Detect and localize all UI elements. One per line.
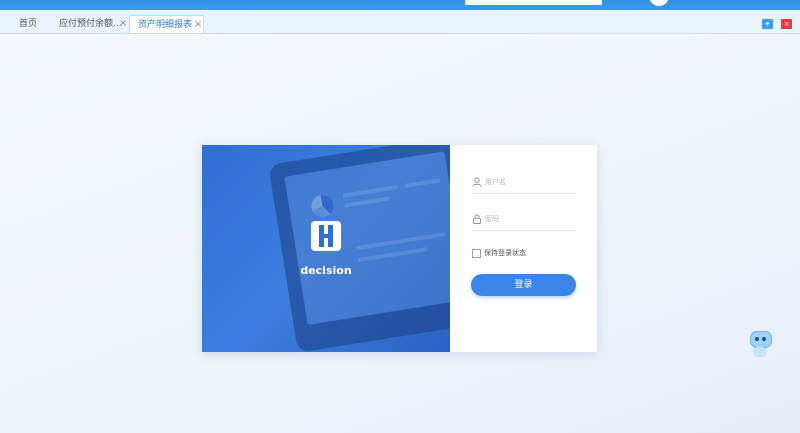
username-field [472,173,576,194]
brand-name: decision [300,264,352,277]
lock-icon [473,214,481,224]
tab-asset-detail[interactable]: 资产明细报表 × [129,15,204,33]
login-card: decision 保持登录状态 登录 [202,145,597,352]
main-content: decision 保持登录状态 登录 [0,34,800,433]
tab-close-icon[interactable]: × [119,15,127,33]
robot-assistant-icon[interactable] [748,329,772,359]
login-form: 保持登录状态 登录 [450,145,597,352]
tab-home[interactable]: 首页 [11,15,51,33]
tab-label: 首页 [19,19,38,29]
app-top-bar [0,0,800,10]
chevron-down-icon[interactable]: ▾ [762,19,773,29]
password-input[interactable] [485,212,573,226]
top-search-input[interactable] [465,0,602,5]
remember-me[interactable]: 保持登录状态 [472,248,526,258]
username-input[interactable] [485,175,573,189]
password-field [472,210,576,231]
user-avatar-button[interactable] [649,0,669,6]
login-banner: decision [202,145,450,352]
tablet-illustration [268,145,450,352]
decision-logo-icon [311,221,341,251]
tab-label: 资产明细报表 [138,20,193,30]
tab-payables[interactable]: 应付预付余额... × [51,15,129,33]
user-icon [472,177,482,187]
close-icon[interactable]: × [781,19,792,29]
tab-strip: 首页 应付预付余额... × 资产明细报表 × [0,10,800,34]
tab-label: 应付预付余额... [59,19,122,29]
remember-checkbox[interactable] [472,248,481,258]
login-button[interactable]: 登录 [471,274,576,296]
remember-label: 保持登录状态 [484,249,526,257]
tab-close-icon[interactable]: × [194,16,202,34]
